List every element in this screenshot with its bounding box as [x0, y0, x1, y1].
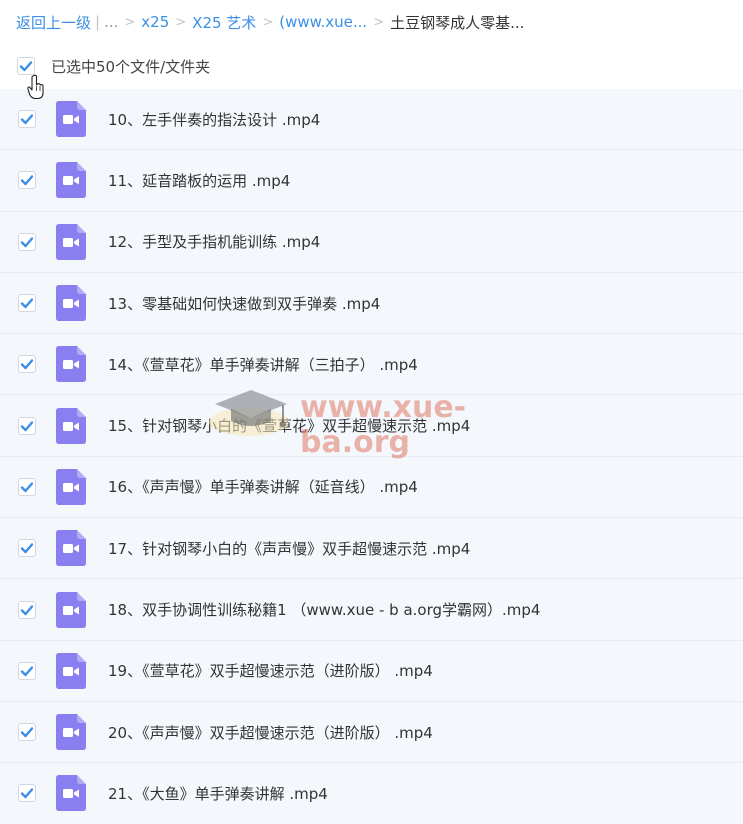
file-checkbox[interactable]: [18, 661, 36, 680]
file-checkbox[interactable]: [18, 416, 36, 435]
breadcrumb-ellipsis[interactable]: ...: [104, 13, 118, 31]
check-icon: [20, 298, 34, 309]
video-file-icon: [56, 162, 86, 199]
file-row[interactable]: 12、手型及手指机能训练 .mp4: [0, 211, 743, 273]
file-row[interactable]: 13、零基础如何快速做到双手弹奏 .mp4: [0, 272, 743, 335]
video-file-icon: [56, 407, 86, 444]
chevron-right-icon: >: [124, 14, 136, 30]
file-checkbox[interactable]: [18, 723, 36, 742]
video-file-icon: [56, 101, 86, 138]
check-icon: [20, 359, 34, 370]
check-icon: [20, 114, 34, 125]
breadcrumb-item-current: 土豆钢琴成人零基...: [390, 13, 525, 32]
file-name[interactable]: 13、零基础如何快速做到双手弹奏 .mp4: [108, 293, 380, 314]
video-file-icon: [56, 468, 86, 505]
file-checkbox[interactable]: [18, 355, 36, 374]
check-icon: [20, 727, 34, 738]
video-file-icon: [56, 714, 86, 751]
breadcrumb-item-x25[interactable]: x25: [141, 13, 169, 31]
file-checkbox[interactable]: [18, 110, 36, 129]
file-row[interactable]: 19、《萱草花》双手超慢速示范（进阶版） .mp4: [0, 640, 743, 702]
check-icon: [20, 420, 34, 431]
file-row[interactable]: 14、《萱草花》单手弹奏讲解（三拍子） .mp4: [0, 334, 743, 396]
file-name[interactable]: 20、《声声慢》双手超慢速示范（进阶版） .mp4: [108, 722, 433, 743]
selection-bar: 已选中50个文件/文件夹: [0, 44, 743, 88]
file-row[interactable]: 15、针对钢琴小白的《萱草花》双手超慢速示范 .mp4: [0, 395, 743, 457]
file-name[interactable]: 15、针对钢琴小白的《萱草花》双手超慢速示范 .mp4: [108, 415, 470, 436]
file-row[interactable]: 21、《大鱼》单手弹奏讲解 .mp4: [0, 763, 743, 824]
breadcrumb-item-xueba[interactable]: (www.xue...: [279, 13, 367, 31]
file-list: 10、左手伴奏的指法设计 .mp4 11、延音踏板的运用 .mp4 12、手型及手指…: [0, 89, 743, 824]
breadcrumb: 返回上一级 | ... > x25 > X25 艺术 > (www.xue...…: [0, 0, 743, 44]
selection-count-label: 已选中50个文件/文件夹: [51, 57, 211, 76]
select-all-checkbox[interactable]: [17, 57, 35, 75]
file-name[interactable]: 11、延音踏板的运用 .mp4: [108, 170, 290, 191]
file-checkbox[interactable]: [18, 294, 36, 313]
file-checkbox[interactable]: [18, 477, 36, 496]
check-icon: [19, 61, 33, 72]
file-checkbox[interactable]: [18, 784, 36, 803]
video-file-icon: [56, 775, 86, 812]
file-checkbox[interactable]: [18, 600, 36, 619]
breadcrumb-divider: |: [95, 13, 101, 31]
hand-cursor-icon: [27, 74, 44, 100]
file-name[interactable]: 21、《大鱼》单手弹奏讲解 .mp4: [108, 783, 328, 804]
video-file-icon: [56, 285, 86, 322]
video-file-icon: [56, 346, 86, 383]
file-name[interactable]: 10、左手伴奏的指法设计 .mp4: [108, 109, 320, 130]
breadcrumb-item-x25-art[interactable]: X25 艺术: [192, 12, 256, 33]
file-name[interactable]: 16、《声声慢》单手弹奏讲解（延音线） .mp4: [108, 476, 418, 497]
check-icon: [20, 666, 34, 677]
file-checkbox[interactable]: [18, 539, 36, 558]
file-name[interactable]: 14、《萱草花》单手弹奏讲解（三拍子） .mp4: [108, 354, 418, 375]
file-checkbox[interactable]: [18, 232, 36, 251]
chevron-right-icon: >: [175, 14, 187, 30]
video-file-icon: [56, 223, 86, 260]
chevron-right-icon: >: [373, 14, 385, 30]
video-file-icon: [56, 530, 86, 567]
file-checkbox[interactable]: [18, 171, 36, 190]
file-row[interactable]: 11、延音踏板的运用 .mp4: [0, 150, 743, 212]
file-name[interactable]: 18、双手协调性训练秘籍1 （www.xue - b a.org学霸网）.mp4: [108, 599, 540, 620]
file-row[interactable]: 20、《声声慢》双手超慢速示范（进阶版） .mp4: [0, 701, 743, 764]
check-icon: [20, 543, 34, 554]
file-row[interactable]: 17、针对钢琴小白的《声声慢》双手超慢速示范 .mp4: [0, 518, 743, 580]
video-file-icon: [56, 591, 86, 628]
video-file-icon: [56, 652, 86, 689]
file-name[interactable]: 19、《萱草花》双手超慢速示范（进阶版） .mp4: [108, 660, 433, 681]
file-name[interactable]: 12、手型及手指机能训练 .mp4: [108, 231, 320, 252]
check-icon: [20, 788, 34, 799]
chevron-right-icon: >: [262, 14, 274, 30]
check-icon: [20, 604, 34, 615]
check-icon: [20, 237, 34, 247]
check-icon: [20, 482, 34, 493]
file-name[interactable]: 17、针对钢琴小白的《声声慢》双手超慢速示范 .mp4: [108, 538, 470, 559]
check-icon: [20, 175, 34, 186]
file-row[interactable]: 18、双手协调性训练秘籍1 （www.xue - b a.org学霸网）.mp4: [0, 579, 743, 641]
file-row[interactable]: 10、左手伴奏的指法设计 .mp4: [0, 89, 743, 151]
file-row[interactable]: 16、《声声慢》单手弹奏讲解（延音线） .mp4: [0, 456, 743, 519]
back-link[interactable]: 返回上一级: [16, 12, 91, 33]
